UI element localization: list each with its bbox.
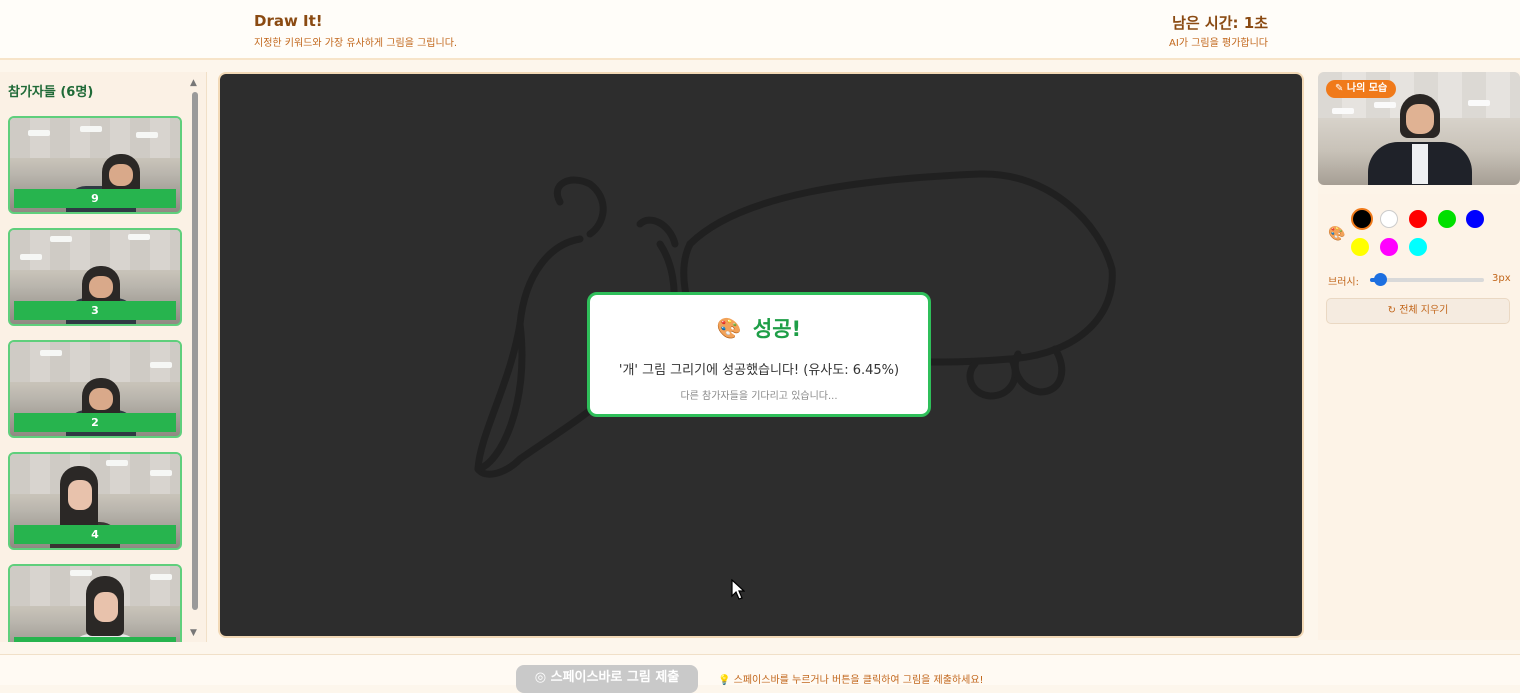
waiting-message: 다른 참가자들을 기다리고 있습니다... <box>680 391 838 402</box>
participant-face <box>94 592 118 622</box>
ceiling-light <box>1374 102 1396 108</box>
app-header: Draw It! 지정한 키워드와 가장 유사하게 그림을 그립니다. 남은 시… <box>0 0 1520 60</box>
participant-face <box>68 480 92 510</box>
ceiling-light <box>28 130 50 136</box>
remaining-time: 남은 시간: 1초 <box>1172 14 1268 32</box>
ceiling-light <box>80 126 102 132</box>
reset-icon: ↻ <box>1387 305 1396 316</box>
participant-tile[interactable]: 8 <box>8 564 182 642</box>
participant-label: 4 <box>14 525 176 544</box>
participant-face <box>109 164 133 186</box>
participants-heading: 참가자들 (6명) <box>8 85 94 100</box>
color-swatch-cyan[interactable] <box>1409 238 1427 256</box>
camera-icon: ◎ <box>534 670 547 685</box>
participant-label: 2 <box>14 413 176 432</box>
brush-size-slider-thumb[interactable] <box>1374 273 1387 286</box>
participant-face <box>89 388 113 410</box>
self-shirt <box>1412 144 1428 184</box>
participant-tile[interactable]: 4 <box>8 452 182 550</box>
brush-size-value: 3px <box>1492 273 1511 284</box>
ai-evaluation-note: AI가 그림을 평가합니다 <box>1169 38 1268 49</box>
ceiling-light <box>1332 108 1354 114</box>
clear-all-label: 전체 지우기 <box>1399 305 1449 316</box>
participants-scrollbar[interactable]: ▲ ▼ <box>190 78 200 638</box>
ceiling-light <box>128 234 150 240</box>
brush-size-slider[interactable] <box>1370 278 1484 282</box>
video-background <box>10 118 180 158</box>
modal-header: 🎨 성공! <box>590 313 928 343</box>
ceiling-light <box>150 362 172 368</box>
mouse-cursor-icon <box>731 579 745 600</box>
submit-label: 스페이스바로 그림 제출 <box>550 670 680 685</box>
ceiling-light <box>70 570 92 576</box>
scroll-down-icon[interactable]: ▼ <box>190 628 197 638</box>
submit-drawing-button[interactable]: ◎ 스페이스바로 그림 제출 <box>516 665 698 693</box>
drawing-tools: 🎨 브러시: 3px ↻ 전체 지우기 <box>1318 194 1520 640</box>
scroll-thumb[interactable] <box>192 92 198 610</box>
bottom-bar: ◎ 스페이스바로 그림 제출 💡 스페이스바를 누르거나 버튼을 클릭하여 그림… <box>0 654 1520 693</box>
pencil-icon: ✎ <box>1335 83 1344 94</box>
ceiling-light <box>150 470 172 476</box>
participants-list[interactable]: 9 3 2 4 <box>8 116 182 642</box>
participant-label: 9 <box>14 189 176 208</box>
ceiling-light <box>136 132 158 138</box>
scroll-up-icon[interactable]: ▲ <box>190 78 197 88</box>
color-swatch-blue[interactable] <box>1466 210 1484 228</box>
participant-face <box>89 276 113 298</box>
clear-all-button[interactable]: ↻ 전체 지우기 <box>1326 298 1510 324</box>
participant-label: 8 <box>14 637 176 642</box>
ceiling-light <box>50 236 72 242</box>
ceiling-light <box>1468 100 1490 106</box>
self-view-badge: ✎ 나의 모습 <box>1326 80 1397 98</box>
color-swatch-black[interactable] <box>1351 208 1373 230</box>
self-face <box>1406 104 1434 134</box>
ceiling-light <box>40 350 62 356</box>
color-swatch-yellow[interactable] <box>1351 238 1369 256</box>
modal-title: 성공! <box>752 317 802 341</box>
video-background <box>10 230 180 270</box>
ceiling-light <box>106 460 128 466</box>
app-subtitle: 지정한 키워드와 가장 유사하게 그림을 그립니다. <box>254 38 458 49</box>
ceiling-light <box>150 574 172 580</box>
success-modal: 🎨 성공! '개' 그림 그리기에 성공했습니다! (유사도: 6.45%) 다… <box>587 292 931 417</box>
participants-sidebar: 참가자들 (6명) 9 3 2 4 ▲ ▼ <box>0 72 207 642</box>
participant-tile[interactable]: 2 <box>8 340 182 438</box>
color-swatch-magenta[interactable] <box>1380 238 1398 256</box>
right-panel: ✎ 나의 모습 🎨 브러시: 3px ↻ 전체 지우기 <box>1318 72 1520 640</box>
self-video: ✎ 나의 모습 <box>1318 72 1520 185</box>
success-message: '개' 그림 그리기에 성공했습니다! (유사도: 6.45%) <box>618 363 900 378</box>
participant-tile[interactable]: 3 <box>8 228 182 326</box>
palette-icon: 🎨 <box>1328 226 1346 242</box>
brush-size-label: 브러시: <box>1328 277 1359 288</box>
lightbulb-icon: 💡 <box>718 675 731 686</box>
participant-label: 3 <box>14 301 176 320</box>
color-swatch-white[interactable] <box>1380 210 1398 228</box>
self-view-label: 나의 모습 <box>1346 83 1388 94</box>
ceiling-light <box>20 254 42 260</box>
color-swatch-green[interactable] <box>1438 210 1456 228</box>
submit-hint-text: 스페이스바를 누르거나 버튼을 클릭하여 그림을 제출하세요! <box>733 675 984 686</box>
app-title: Draw It! <box>254 12 323 30</box>
participant-tile[interactable]: 9 <box>8 116 182 214</box>
color-swatch-red[interactable] <box>1409 210 1427 228</box>
palette-icon: 🎨 <box>716 316 742 340</box>
